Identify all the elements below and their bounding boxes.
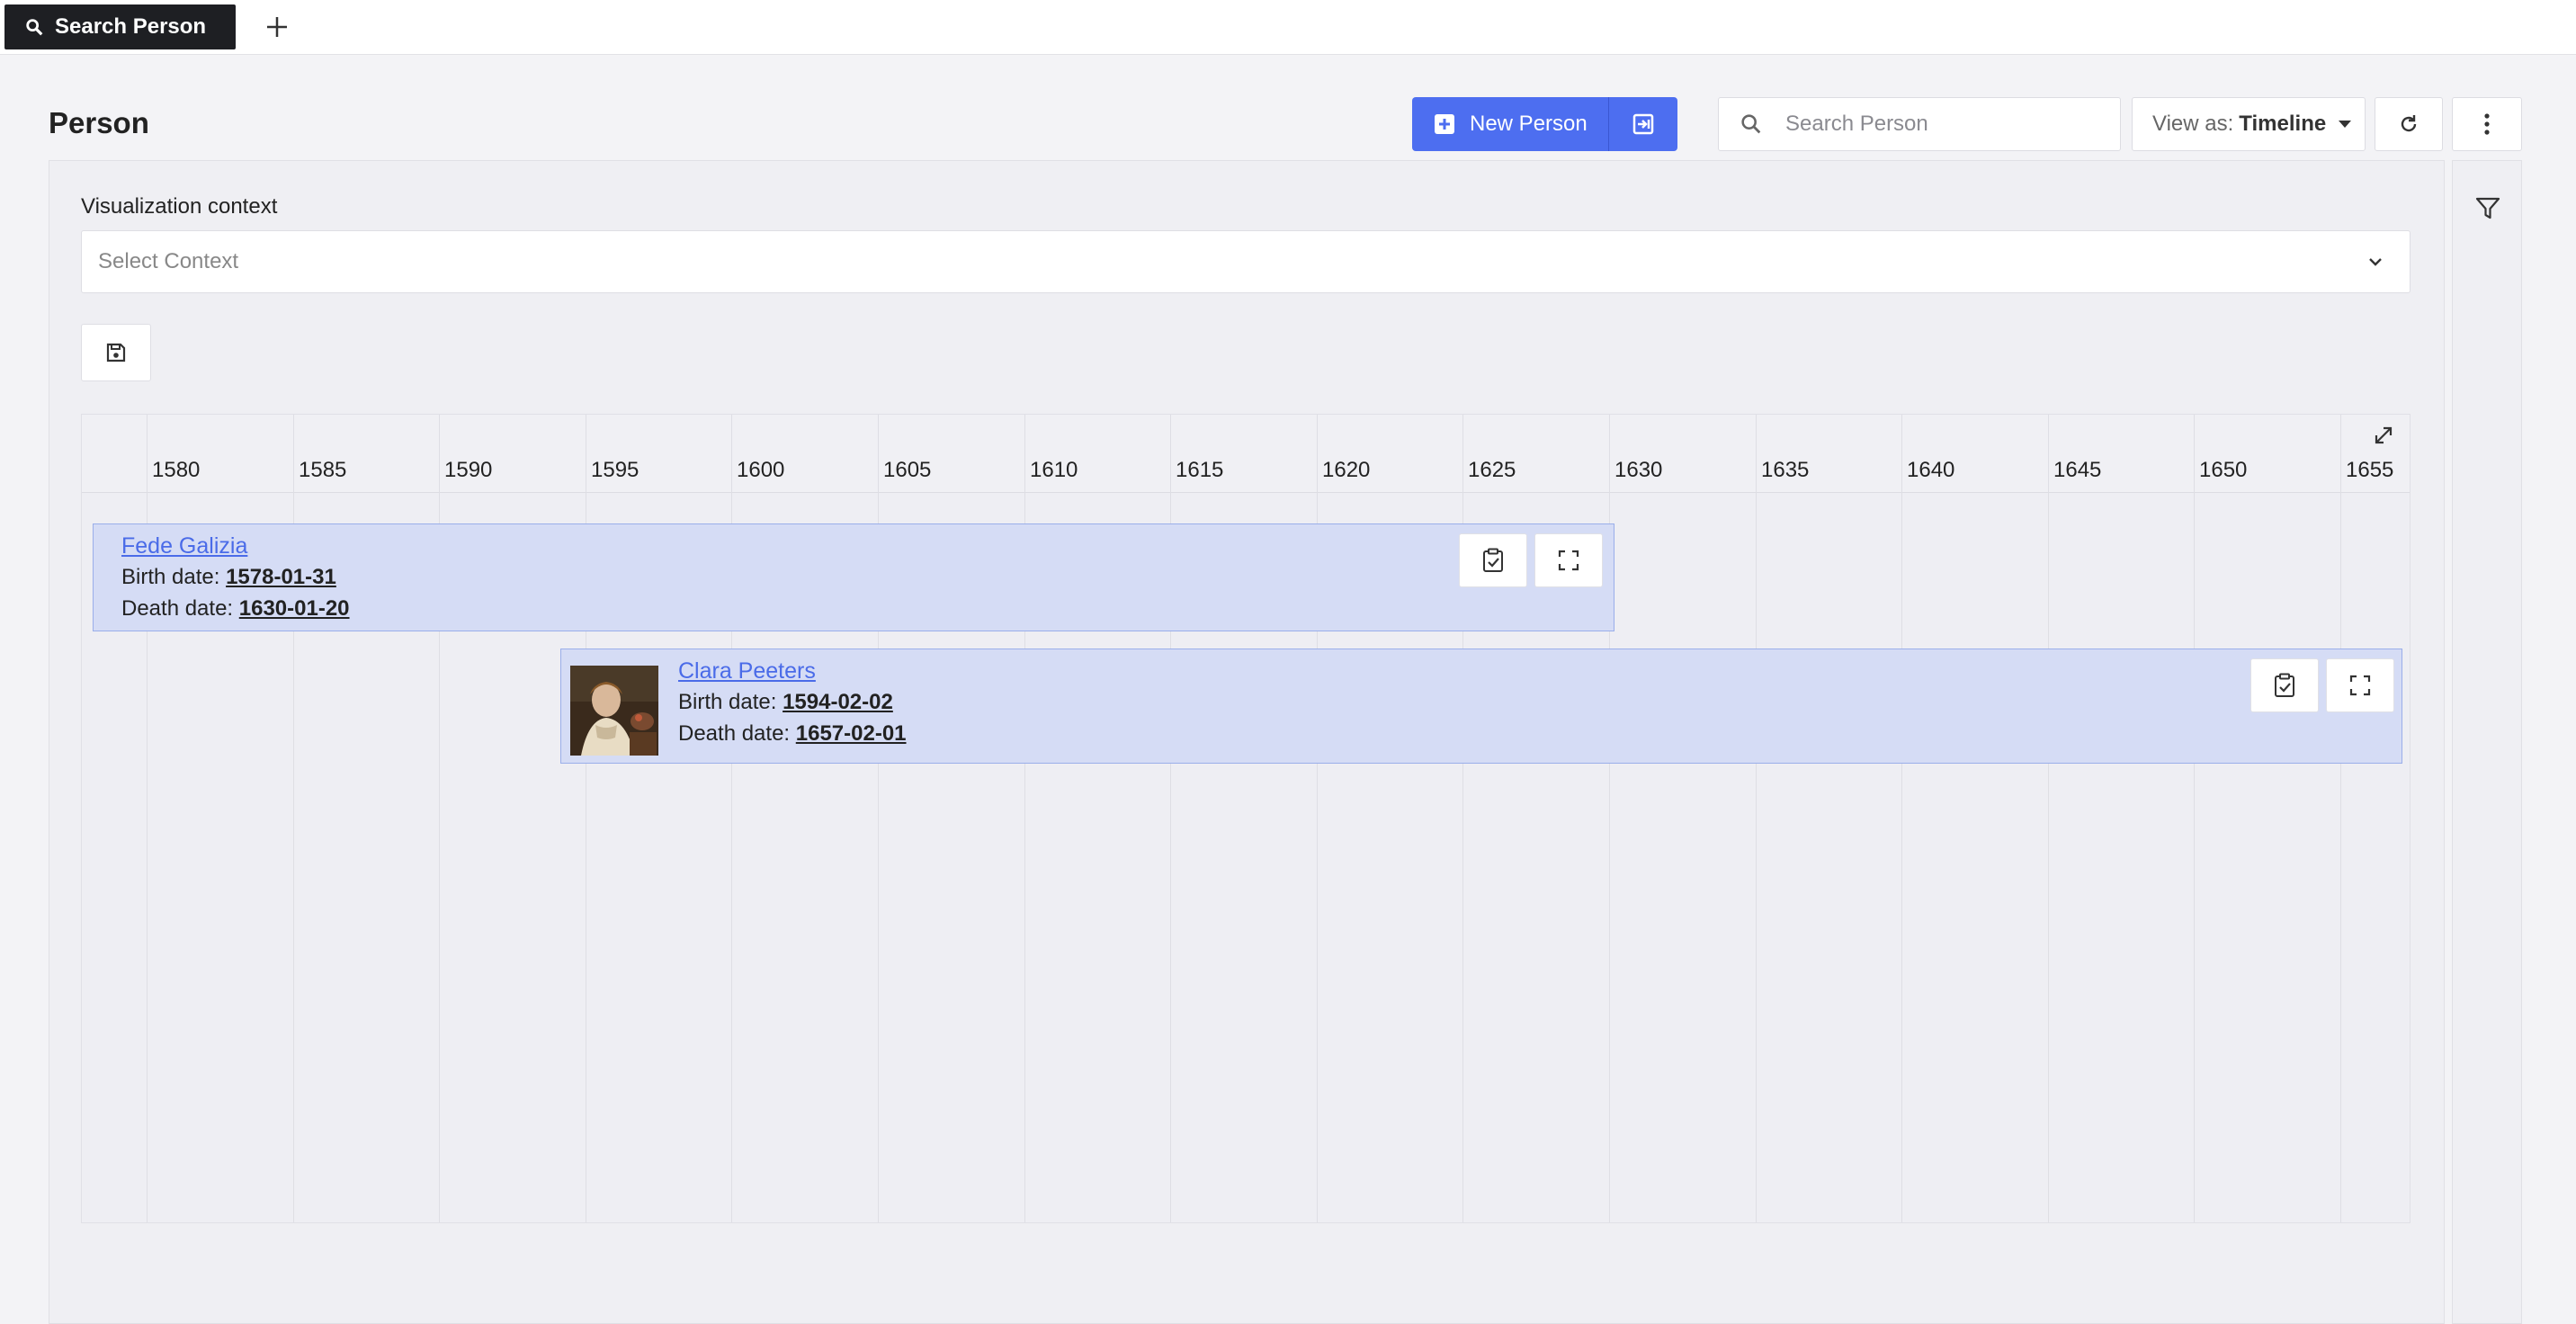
context-select[interactable]: Select Context — [81, 230, 2411, 293]
chevron-down-icon — [2369, 258, 2382, 266]
death-date-label: Death date: — [678, 721, 791, 746]
fullscreen-button[interactable] — [2326, 658, 2394, 712]
timeline-tick-label: 1590 — [444, 458, 493, 482]
clipboard-check-icon — [1483, 548, 1503, 572]
refresh-button[interactable] — [2375, 97, 2443, 151]
more-options-button[interactable] — [2452, 97, 2522, 151]
search-icon — [26, 19, 43, 36]
timeline-tick-label: 1610 — [1030, 458, 1078, 482]
clipboard-check-button[interactable] — [2250, 658, 2319, 712]
fullscreen-icon — [1558, 550, 1579, 571]
search-person-field[interactable] — [1718, 97, 2121, 151]
person-name-link[interactable]: Fede Galizia — [121, 533, 247, 559]
death-date-row: Death date: 1630-01-20 — [121, 596, 350, 622]
timeline: 1580 1585 1590 1595 1600 1605 1610 1615 1620 1625… — [81, 414, 2411, 1223]
timeline-gridline — [2194, 415, 2195, 1222]
timeline-item-fede-galizia[interactable]: Fede Galizia Birth date: 1578-01-31 Deat… — [93, 523, 1614, 631]
timeline-tick-label: 1650 — [2199, 458, 2248, 482]
timeline-tick-label: 1615 — [1176, 458, 1224, 482]
import-icon — [1632, 113, 1654, 135]
fullscreen-icon — [2349, 675, 2371, 696]
timeline-tick-label: 1595 — [591, 458, 640, 482]
view-as-dropdown[interactable]: View as: Timeline — [2132, 97, 2366, 151]
tab-search-person[interactable]: Search Person — [4, 4, 236, 49]
vertical-dots-icon — [2484, 113, 2490, 135]
tab-label: Search Person — [55, 14, 207, 39]
context-label: Visualization context — [81, 194, 278, 219]
add-tab-button[interactable] — [259, 9, 295, 45]
clipboard-check-button[interactable] — [1459, 533, 1527, 587]
timeline-tick-label: 1635 — [1761, 458, 1810, 482]
plus-square-icon — [1435, 114, 1454, 134]
death-date-label: Death date: — [121, 596, 234, 621]
timeline-tick-label: 1655 — [2346, 458, 2394, 482]
import-button[interactable] — [1608, 97, 1677, 151]
plus-icon — [267, 17, 287, 37]
expand-timeline-button[interactable] — [2368, 420, 2399, 451]
new-person-label: New Person — [1470, 112, 1588, 136]
person-portrait — [570, 666, 658, 756]
timeline-tick-label: 1640 — [1907, 458, 1955, 482]
timeline-gridline — [1756, 415, 1757, 1222]
timeline-tick-label: 1645 — [2053, 458, 2102, 482]
view-as-value: Timeline — [2239, 112, 2327, 136]
timeline-gridline — [2340, 415, 2341, 1222]
timeline-item-clara-peeters[interactable]: Clara Peeters Birth date: 1594-02-02 Dea… — [560, 649, 2402, 764]
timeline-tick-label: 1620 — [1322, 458, 1371, 482]
tab-bar: Search Person — [0, 0, 2576, 55]
filter-icon[interactable] — [2474, 195, 2501, 222]
fullscreen-button[interactable] — [1534, 533, 1603, 587]
person-name-link[interactable]: Clara Peeters — [678, 658, 816, 684]
expand-diagonal-icon — [2375, 426, 2393, 444]
save-icon — [106, 343, 126, 362]
timeline-tick-label: 1630 — [1614, 458, 1663, 482]
timeline-tick-label: 1605 — [883, 458, 932, 482]
context-placeholder: Select Context — [98, 249, 239, 273]
filter-panel — [2452, 160, 2522, 1324]
timeline-tick-label: 1600 — [737, 458, 785, 482]
timeline-tick-label: 1580 — [152, 458, 201, 482]
clipboard-check-icon — [2275, 673, 2294, 697]
search-icon — [1741, 114, 1761, 134]
timeline-tick-label: 1625 — [1468, 458, 1516, 482]
birth-date-row: Birth date: 1594-02-02 — [678, 690, 893, 715]
birth-date-value[interactable]: 1594-02-02 — [783, 690, 893, 714]
death-date-row: Death date: 1657-02-01 — [678, 721, 907, 747]
birth-date-label: Birth date: — [678, 690, 777, 714]
page-title: Person — [49, 106, 149, 139]
birth-date-value[interactable]: 1578-01-31 — [226, 565, 336, 589]
new-person-button[interactable]: New Person — [1412, 97, 1608, 151]
view-as-prefix: View as: — [2152, 112, 2234, 136]
death-date-value[interactable]: 1630-01-20 — [239, 596, 350, 621]
birth-date-row: Birth date: 1578-01-31 — [121, 565, 336, 590]
birth-date-label: Birth date: — [121, 565, 220, 589]
timeline-gridline — [1901, 415, 1902, 1222]
refresh-icon — [2401, 115, 2417, 132]
timeline-gridline — [2048, 415, 2049, 1222]
timeline-tick-label: 1585 — [299, 458, 347, 482]
timeline-axis: 1580 1585 1590 1595 1600 1605 1610 1615 1620 1625… — [82, 415, 2410, 493]
search-person-input[interactable] — [1784, 111, 2093, 138]
death-date-value[interactable]: 1657-02-01 — [796, 721, 907, 746]
save-button[interactable] — [81, 324, 151, 381]
caret-down-icon — [2339, 121, 2352, 128]
